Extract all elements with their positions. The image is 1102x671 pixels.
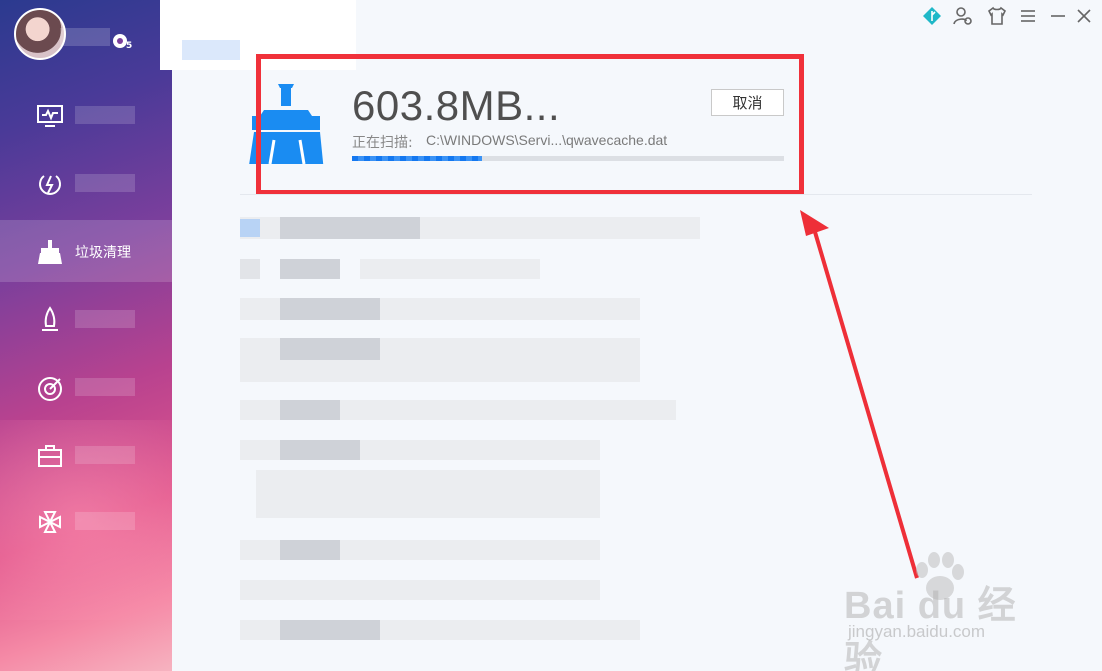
power-speed-icon bbox=[39, 175, 61, 195]
sidebar-item-checkup[interactable] bbox=[0, 84, 172, 146]
toolbox-icon bbox=[38, 445, 62, 467]
radar-icon bbox=[38, 377, 62, 401]
watermark-url: jingyan.baidu.com bbox=[848, 622, 986, 641]
minimize-icon[interactable] bbox=[1047, 5, 1069, 27]
list-item bbox=[280, 259, 340, 279]
sidebar-item-more[interactable] bbox=[0, 490, 172, 552]
highlight-annotation-box bbox=[256, 54, 804, 195]
blurred-label bbox=[75, 106, 135, 124]
divider bbox=[240, 194, 1032, 195]
shirt-icon[interactable] bbox=[986, 5, 1008, 27]
list-item bbox=[280, 440, 360, 460]
sidebar-item-scan[interactable] bbox=[0, 356, 172, 418]
sidebar-item-boost[interactable] bbox=[0, 288, 172, 350]
svg-text:5: 5 bbox=[126, 41, 132, 49]
blurred-label bbox=[75, 174, 135, 192]
blurred-label bbox=[75, 446, 135, 464]
list-item bbox=[256, 470, 600, 518]
sidebar-item-toolbox[interactable] bbox=[0, 424, 172, 486]
blurred-label bbox=[75, 378, 135, 396]
blurred-username bbox=[60, 28, 110, 46]
level-badge-icon[interactable]: 5 bbox=[112, 33, 134, 49]
watermark: Bai du 经验 jingyan.baidu.com bbox=[844, 552, 1044, 671]
list-item bbox=[240, 580, 600, 600]
list-item bbox=[280, 298, 380, 320]
blurred-account-chip bbox=[182, 40, 240, 60]
blurred-label bbox=[75, 512, 135, 530]
avatar[interactable] bbox=[14, 8, 66, 60]
sidebar: 5 垃圾清理 bbox=[0, 0, 172, 671]
blurred-label bbox=[75, 310, 135, 328]
list-item-checkbox[interactable] bbox=[240, 219, 260, 237]
leaf-icon[interactable] bbox=[921, 5, 943, 27]
list-item bbox=[240, 360, 640, 382]
close-icon[interactable] bbox=[1073, 5, 1095, 27]
sidebar-item-cleanup[interactable]: 垃圾清理 bbox=[0, 220, 172, 282]
list-item bbox=[280, 217, 420, 239]
list-item-checkbox[interactable] bbox=[240, 259, 260, 279]
user-settings-icon[interactable] bbox=[952, 5, 974, 27]
sidebar-item-speed[interactable] bbox=[0, 152, 172, 214]
rocket-icon bbox=[42, 306, 58, 331]
sidebar-item-label: 垃圾清理 bbox=[75, 245, 131, 261]
list-item bbox=[280, 620, 380, 640]
menu-icon[interactable] bbox=[1017, 5, 1039, 27]
list-item bbox=[280, 338, 380, 360]
monitor-icon bbox=[37, 105, 63, 127]
list-item bbox=[360, 259, 540, 279]
broom-icon bbox=[38, 240, 62, 264]
list-item bbox=[280, 400, 340, 420]
list-item bbox=[280, 540, 340, 560]
clover-icon bbox=[39, 511, 61, 533]
